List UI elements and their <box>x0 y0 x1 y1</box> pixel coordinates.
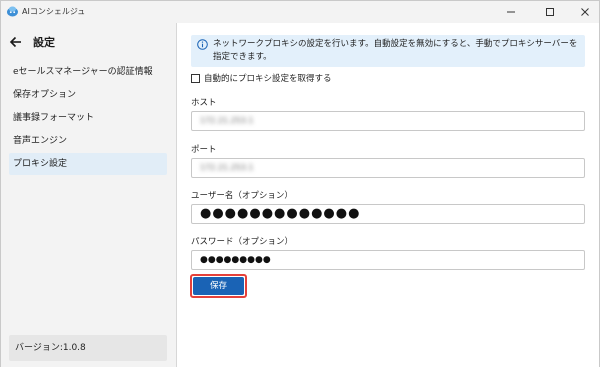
auto-proxy-label: 自動的にプロキシ設定を取得する <box>204 74 332 84</box>
version-label: バージョン:1.0.8 <box>9 335 167 361</box>
proxy-settings-panel: ネットワークプロキシの設定を行います。自動設定を無効にすると、手動でプロキシサー… <box>177 23 599 367</box>
info-banner: ネットワークプロキシの設定を行います。自動設定を無効にすると、手動でプロキシサー… <box>191 35 585 67</box>
settings-header: 設定 <box>9 31 55 53</box>
sidebar-item-credentials[interactable]: eセールスマネージャーの認証情報 <box>9 61 167 83</box>
port-input[interactable]: 172.21.253.1 <box>191 158 585 178</box>
host-label: ホスト <box>191 98 217 108</box>
sidebar-item-minutes-format[interactable]: 議事録フォーマット <box>9 107 167 129</box>
username-label: ユーザー名（オプション） <box>191 191 293 201</box>
auto-proxy-checkbox-row[interactable]: 自動的にプロキシ設定を取得する <box>191 71 332 85</box>
minimize-icon <box>507 11 515 13</box>
password-label: パスワード（オプション） <box>191 237 294 247</box>
close-icon <box>581 8 589 16</box>
host-value: 172.21.253.1 <box>200 116 254 125</box>
info-icon <box>197 39 208 50</box>
port-value: 172.21.253.1 <box>200 163 254 172</box>
password-value: ●●●●●●●●● <box>200 255 271 265</box>
port-label: ポート <box>191 145 217 155</box>
close-button[interactable] <box>567 1 600 23</box>
maximize-button[interactable] <box>532 1 568 23</box>
auto-proxy-checkbox[interactable] <box>191 73 200 83</box>
page-title: 設定 <box>33 36 55 49</box>
sidebar-item-voice-engine[interactable]: 音声エンジン <box>9 130 167 152</box>
info-text: ネットワークプロキシの設定を行います。自動設定を無効にすると、手動でプロキシサー… <box>213 39 578 62</box>
app-logo-icon <box>7 6 18 17</box>
title-bar: AIコンシェルジュ <box>1 1 599 23</box>
window-title: AIコンシェルジュ <box>22 7 86 16</box>
settings-nav: eセールスマネージャーの認証情報 保存オプション 議事録フォーマット 音声エンジ… <box>9 61 167 176</box>
sidebar: 設定 eセールスマネージャーの認証情報 保存オプション 議事録フォーマット 音声… <box>1 23 177 367</box>
username-value: ●●●●●●●●●●●●● <box>200 206 361 221</box>
back-arrow-icon[interactable] <box>9 35 23 49</box>
host-input[interactable]: 172.21.253.1 <box>191 111 585 131</box>
username-input[interactable]: ●●●●●●●●●●●●● <box>191 204 585 224</box>
maximize-icon <box>546 8 554 16</box>
minimize-button[interactable] <box>493 1 529 23</box>
sidebar-item-proxy-settings[interactable]: プロキシ設定 <box>9 153 167 175</box>
password-input[interactable]: ●●●●●●●●● <box>191 250 585 270</box>
save-button[interactable]: 保存 <box>193 277 244 295</box>
sidebar-item-save-options[interactable]: 保存オプション <box>9 84 167 106</box>
app-window: AIコンシェルジュ 設定 eセールスマネージャーの認証情報 保存オプション 議事… <box>0 0 600 367</box>
